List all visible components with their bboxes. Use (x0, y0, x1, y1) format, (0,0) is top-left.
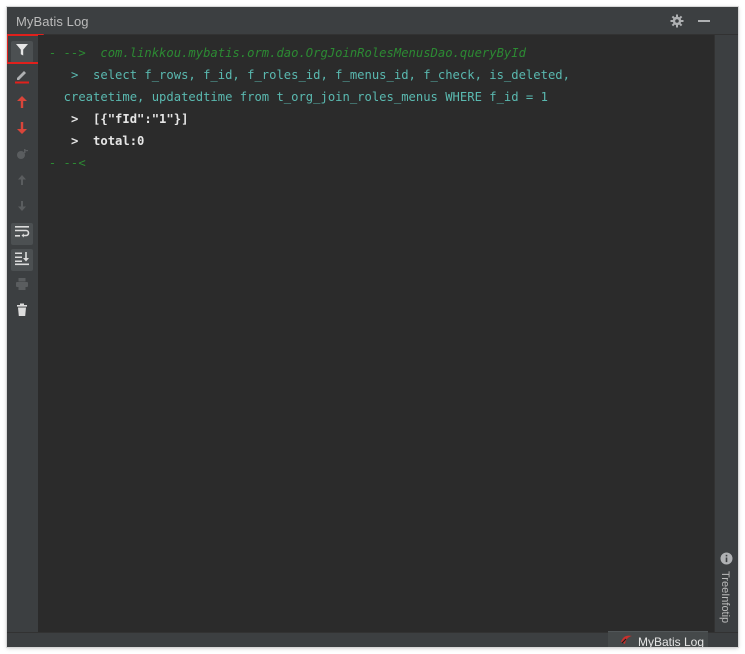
bottom-tool-bar: MyBatis Log (7, 631, 738, 647)
analyze-icon (15, 147, 29, 166)
log-line-end: - --< (49, 156, 86, 170)
right-tool-strip: TreeInfotip (714, 35, 738, 639)
treeinfotip-tab[interactable]: TreeInfotip (715, 545, 738, 635)
log-line-method: - --> com.linkkou.mybatis.orm.dao.OrgJoi… (49, 46, 526, 60)
minimize-icon[interactable] (696, 13, 712, 29)
scroll-to-end-icon (14, 250, 30, 271)
scroll-to-end-button[interactable] (11, 249, 33, 271)
soft-wrap-button[interactable] (11, 223, 33, 245)
scroll-down-icon (15, 199, 29, 218)
scroll-down-button[interactable] (11, 197, 33, 219)
gear-icon[interactable] (669, 13, 685, 29)
print-button[interactable] (11, 275, 33, 297)
prev-occurrence-button[interactable] (11, 93, 33, 115)
next-occurrence-button[interactable] (11, 119, 33, 141)
mybatis-log-window: MyBatis Log - --> com.linkkou.mybatis.or… (7, 7, 738, 647)
scroll-up-icon (15, 173, 29, 192)
title-actions (669, 13, 712, 29)
clear-icon (14, 68, 30, 89)
mybatis-log-tab-label: MyBatis Log (638, 634, 705, 648)
log-line-sql-1: > select f_rows, f_id, f_roles_id, f_men… (49, 68, 570, 82)
arrow-up-icon (15, 95, 29, 114)
mybatis-icon (620, 633, 633, 648)
clear-button[interactable] (11, 67, 33, 89)
window-title: MyBatis Log (16, 14, 89, 29)
analyze-button[interactable] (11, 145, 33, 167)
print-icon (15, 277, 29, 296)
mybatis-log-tab[interactable]: MyBatis Log (608, 631, 708, 647)
log-line-total: > total:0 (49, 134, 145, 148)
log-toolbar (7, 34, 44, 639)
log-console[interactable]: - --> com.linkkou.mybatis.orm.dao.OrgJoi… (38, 35, 714, 639)
arrow-down-icon (15, 121, 29, 140)
delete-button[interactable] (11, 301, 33, 323)
log-line-sql-2: createtime, updatedtime from t_org_join_… (49, 90, 548, 104)
soft-wrap-icon (14, 224, 30, 245)
scroll-up-button[interactable] (11, 171, 33, 193)
log-line-params: > [{"fId":"1"}] (49, 112, 189, 126)
delete-icon (15, 303, 29, 322)
treeinfotip-tab-label: TreeInfotip (719, 571, 731, 624)
info-icon (720, 552, 733, 570)
tool-window-titlebar: MyBatis Log (7, 7, 738, 35)
